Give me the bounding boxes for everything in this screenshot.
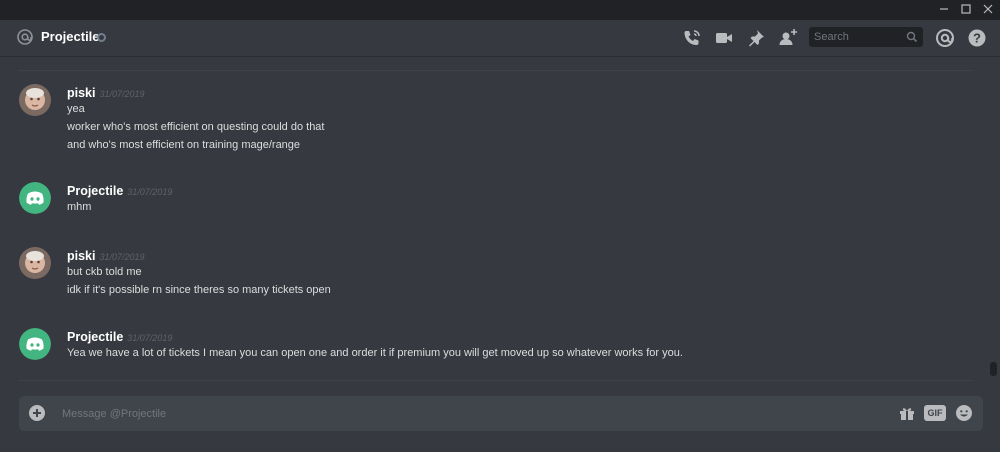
photo-avatar-icon	[19, 247, 51, 279]
message-header: Projectile 31/07/2019	[67, 328, 172, 346]
maximize-button[interactable]	[958, 2, 974, 18]
phone-call-icon	[684, 30, 700, 45]
window-titlebar	[0, 0, 1000, 20]
timestamp: 31/07/2019	[99, 89, 145, 99]
close-button[interactable]	[980, 2, 996, 18]
mentions-button[interactable]	[934, 27, 956, 49]
add-friends-to-dm-button[interactable]	[777, 27, 799, 49]
search-box[interactable]	[809, 27, 923, 47]
search-input[interactable]	[814, 29, 902, 45]
scrollbar-thumb[interactable]	[990, 362, 997, 376]
message-text: Yea we have a lot of tickets I mean you …	[67, 347, 683, 359]
author-name[interactable]: piski	[67, 249, 96, 263]
avatar[interactable]	[19, 84, 51, 116]
gif-picker-button[interactable]: GIF	[924, 405, 946, 421]
plus-icon[interactable]	[28, 404, 46, 422]
photo-avatar-icon	[19, 84, 51, 116]
message-text: idk if it's possible rn since theres so …	[67, 284, 331, 296]
status-indicator	[97, 33, 106, 42]
author-name[interactable]: Projectile	[67, 184, 123, 198]
svg-text:?: ?	[973, 31, 981, 46]
search-icon	[906, 31, 918, 43]
add-user-icon	[779, 29, 797, 45]
maximize-icon	[961, 4, 971, 14]
gift-icon[interactable]	[898, 404, 916, 422]
message-input[interactable]	[62, 405, 862, 423]
message-text: yea	[67, 103, 85, 115]
message-text: worker who's most efficient on questing …	[67, 121, 325, 133]
start-video-call-button[interactable]	[713, 27, 735, 49]
avatar[interactable]	[19, 182, 51, 214]
emoji-icon[interactable]	[955, 404, 973, 422]
minimize-icon	[940, 8, 948, 10]
message-text: mhm	[67, 201, 92, 213]
pin-icon	[749, 30, 764, 47]
message-composer: GIF	[19, 396, 983, 431]
divider	[18, 70, 973, 71]
author-name[interactable]: Projectile	[67, 330, 123, 344]
pinned-messages-button[interactable]	[745, 27, 767, 49]
divider	[18, 380, 973, 381]
video-icon	[716, 33, 732, 43]
message-text: and who's most efficient on training mag…	[67, 139, 301, 151]
channel-title: Projectile	[41, 29, 100, 44]
message-header: Projectile 31/07/2019	[67, 182, 172, 200]
timestamp: 31/07/2019	[127, 333, 173, 343]
author-name[interactable]: piski	[67, 86, 96, 100]
avatar[interactable]	[19, 247, 51, 279]
message-list: piski 31/07/2019 yea worker who's most ef…	[0, 57, 988, 379]
timestamp: 31/07/2019	[99, 252, 145, 262]
message-header: piski 31/07/2019	[67, 84, 145, 102]
minimize-button[interactable]	[936, 2, 952, 18]
channel-header: Projectile Search ?	[0, 20, 1000, 57]
message-text: but ckb told me	[67, 266, 142, 278]
help-icon: ?	[968, 29, 986, 47]
avatar[interactable]	[19, 328, 51, 360]
message-header: piski 31/07/2019	[67, 247, 145, 265]
start-voice-call-button[interactable]	[681, 27, 703, 49]
close-icon	[983, 4, 993, 14]
mention-icon	[936, 29, 954, 47]
help-button[interactable]: ?	[966, 27, 988, 49]
timestamp: 31/07/2019	[127, 187, 173, 197]
scrollbar-track[interactable]	[988, 57, 1000, 387]
at-icon	[17, 29, 33, 45]
discord-logo-icon	[19, 328, 51, 360]
discord-logo-icon	[19, 182, 51, 214]
